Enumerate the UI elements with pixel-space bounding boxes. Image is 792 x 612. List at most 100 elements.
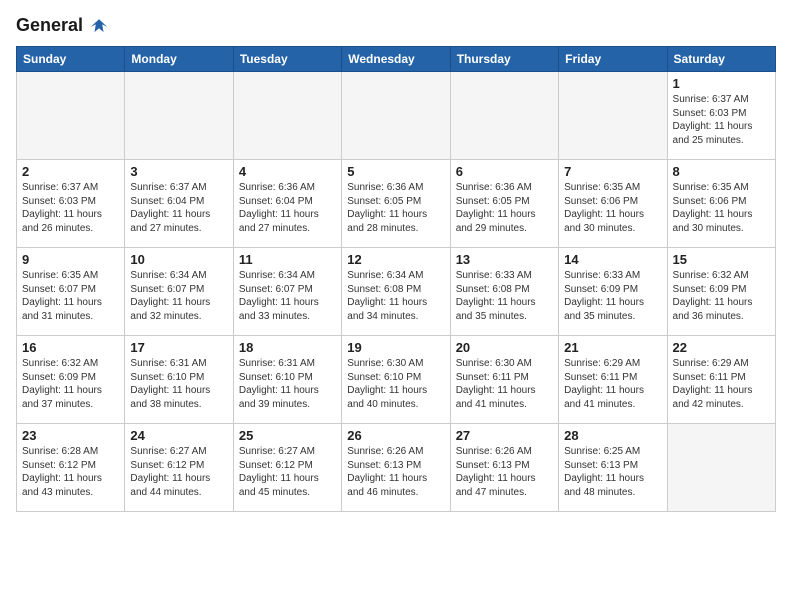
page-header: General: [16, 16, 776, 36]
weekday-header-saturday: Saturday: [667, 47, 775, 72]
day-info: Sunrise: 6:37 AM Sunset: 6:03 PM Dayligh…: [673, 93, 770, 147]
calendar-week-1: 1 Sunrise: 6:37 AM Sunset: 6:03 PM Daylig…: [17, 72, 776, 160]
calendar-cell: 5 Sunrise: 6:36 AM Sunset: 6:05 PM Daylig…: [342, 160, 450, 248]
calendar-cell: 4Sunrise: 6:36 AM Sunset: 6:04 PM Daylig…: [233, 160, 341, 248]
day-info: Sunrise: 6:27 AM Sunset: 6:12 PM Dayligh…: [239, 445, 336, 499]
day-info: Sunrise: 6:26 AM Sunset: 6:13 PM Dayligh…: [347, 445, 444, 499]
day-number: 18: [239, 340, 336, 355]
calendar-cell: 21 Sunrise: 6:29 AM Sunset: 6:11 PM Dayli…: [559, 336, 667, 424]
day-info: Sunrise: 6:29 AM Sunset: 6:11 PM Dayligh…: [673, 357, 770, 411]
calendar-cell: 27 Sunrise: 6:26 AM Sunset: 6:13 PM Dayli…: [450, 424, 558, 512]
day-number: 19: [347, 340, 444, 355]
day-info: Sunrise: 6:36 AM Sunset: 6:05 PM Dayligh…: [347, 181, 444, 235]
calendar-cell: 16 Sunrise: 6:32 AM Sunset: 6:09 PM Dayli…: [17, 336, 125, 424]
weekday-header-tuesday: Tuesday: [233, 47, 341, 72]
day-number: 3: [130, 164, 227, 179]
calendar-cell: 23 Sunrise: 6:28 AM Sunset: 6:12 PM Dayli…: [17, 424, 125, 512]
day-info: Sunrise: 6:32 AM Sunset: 6:09 PM Dayligh…: [22, 357, 119, 411]
calendar-cell: 8 Sunrise: 6:35 AM Sunset: 6:06 PM Daylig…: [667, 160, 775, 248]
calendar-cell: 18Sunrise: 6:31 AM Sunset: 6:10 PM Dayli…: [233, 336, 341, 424]
day-info: Sunrise: 6:35 AM Sunset: 6:06 PM Dayligh…: [564, 181, 661, 235]
calendar-cell: 19 Sunrise: 6:30 AM Sunset: 6:10 PM Dayli…: [342, 336, 450, 424]
day-info: Sunrise: 6:34 AM Sunset: 6:07 PM Dayligh…: [239, 269, 336, 323]
weekday-header-friday: Friday: [559, 47, 667, 72]
logo-text: General: [16, 16, 110, 36]
day-number: 20: [456, 340, 553, 355]
calendar-week-4: 16 Sunrise: 6:32 AM Sunset: 6:09 PM Dayli…: [17, 336, 776, 424]
calendar-cell: 9 Sunrise: 6:35 AM Sunset: 6:07 PM Daylig…: [17, 248, 125, 336]
logo: General: [16, 16, 110, 36]
day-number: 6: [456, 164, 553, 179]
calendar-cell: 10 Sunrise: 6:34 AM Sunset: 6:07 PM Dayli…: [125, 248, 233, 336]
day-info: Sunrise: 6:36 AM Sunset: 6:05 PM Dayligh…: [456, 181, 553, 235]
day-info: Sunrise: 6:30 AM Sunset: 6:11 PM Dayligh…: [456, 357, 553, 411]
day-number: 8: [673, 164, 770, 179]
calendar-cell: 11 Sunrise: 6:34 AM Sunset: 6:07 PM Dayli…: [233, 248, 341, 336]
day-info: Sunrise: 6:25 AM Sunset: 6:13 PM Dayligh…: [564, 445, 661, 499]
day-info: Sunrise: 6:32 AM Sunset: 6:09 PM Dayligh…: [673, 269, 770, 323]
day-number: 13: [456, 252, 553, 267]
day-info: Sunrise: 6:27 AM Sunset: 6:12 PM Dayligh…: [130, 445, 227, 499]
logo-bird-icon: [88, 18, 110, 36]
calendar-cell: 2 Sunrise: 6:37 AM Sunset: 6:03 PM Daylig…: [17, 160, 125, 248]
day-number: 22: [673, 340, 770, 355]
calendar-cell: 25 Sunrise: 6:27 AM Sunset: 6:12 PM Dayli…: [233, 424, 341, 512]
day-info: Sunrise: 6:33 AM Sunset: 6:08 PM Dayligh…: [456, 269, 553, 323]
day-info: Sunrise: 6:34 AM Sunset: 6:07 PM Dayligh…: [130, 269, 227, 323]
calendar-cell: 14Sunrise: 6:33 AM Sunset: 6:09 PM Dayli…: [559, 248, 667, 336]
day-number: 27: [456, 428, 553, 443]
day-number: 16: [22, 340, 119, 355]
day-number: 25: [239, 428, 336, 443]
day-info: Sunrise: 6:31 AM Sunset: 6:10 PM Dayligh…: [130, 357, 227, 411]
calendar-cell: 7 Sunrise: 6:35 AM Sunset: 6:06 PM Daylig…: [559, 160, 667, 248]
day-number: 10: [130, 252, 227, 267]
day-number: 1: [673, 76, 770, 91]
calendar-week-5: 23 Sunrise: 6:28 AM Sunset: 6:12 PM Dayli…: [17, 424, 776, 512]
day-number: 28: [564, 428, 661, 443]
day-info: Sunrise: 6:34 AM Sunset: 6:08 PM Dayligh…: [347, 269, 444, 323]
calendar-cell: 6 Sunrise: 6:36 AM Sunset: 6:05 PM Daylig…: [450, 160, 558, 248]
day-info: Sunrise: 6:29 AM Sunset: 6:11 PM Dayligh…: [564, 357, 661, 411]
calendar-cell: 17 Sunrise: 6:31 AM Sunset: 6:10 PM Dayli…: [125, 336, 233, 424]
calendar-cell: 13 Sunrise: 6:33 AM Sunset: 6:08 PM Dayli…: [450, 248, 558, 336]
calendar-cell: [342, 72, 450, 160]
weekday-header-sunday: Sunday: [17, 47, 125, 72]
calendar-cell: 22 Sunrise: 6:29 AM Sunset: 6:11 PM Dayli…: [667, 336, 775, 424]
calendar-cell: 15 Sunrise: 6:32 AM Sunset: 6:09 PM Dayli…: [667, 248, 775, 336]
day-info: Sunrise: 6:35 AM Sunset: 6:06 PM Dayligh…: [673, 181, 770, 235]
calendar-cell: 1 Sunrise: 6:37 AM Sunset: 6:03 PM Daylig…: [667, 72, 775, 160]
day-info: Sunrise: 6:37 AM Sunset: 6:03 PM Dayligh…: [22, 181, 119, 235]
day-number: 15: [673, 252, 770, 267]
day-number: 21: [564, 340, 661, 355]
day-info: Sunrise: 6:26 AM Sunset: 6:13 PM Dayligh…: [456, 445, 553, 499]
day-number: 12: [347, 252, 444, 267]
day-info: Sunrise: 6:30 AM Sunset: 6:10 PM Dayligh…: [347, 357, 444, 411]
day-number: 7: [564, 164, 661, 179]
day-number: 17: [130, 340, 227, 355]
day-number: 2: [22, 164, 119, 179]
day-info: Sunrise: 6:33 AM Sunset: 6:09 PM Dayligh…: [564, 269, 661, 323]
calendar-cell: 3 Sunrise: 6:37 AM Sunset: 6:04 PM Daylig…: [125, 160, 233, 248]
day-number: 9: [22, 252, 119, 267]
calendar-cell: [559, 72, 667, 160]
logo-line1: General: [16, 16, 110, 36]
day-info: Sunrise: 6:37 AM Sunset: 6:04 PM Dayligh…: [130, 181, 227, 235]
day-number: 5: [347, 164, 444, 179]
calendar-table: SundayMondayTuesdayWednesdayThursdayFrid…: [16, 46, 776, 512]
calendar-week-2: 2 Sunrise: 6:37 AM Sunset: 6:03 PM Daylig…: [17, 160, 776, 248]
day-info: Sunrise: 6:36 AM Sunset: 6:04 PM Dayligh…: [239, 181, 336, 235]
day-number: 24: [130, 428, 227, 443]
weekday-header-wednesday: Wednesday: [342, 47, 450, 72]
calendar-cell: 26Sunrise: 6:26 AM Sunset: 6:13 PM Dayli…: [342, 424, 450, 512]
calendar-cell: [17, 72, 125, 160]
weekday-header-thursday: Thursday: [450, 47, 558, 72]
day-number: 23: [22, 428, 119, 443]
calendar-cell: [233, 72, 341, 160]
calendar-cell: 24 Sunrise: 6:27 AM Sunset: 6:12 PM Dayli…: [125, 424, 233, 512]
day-info: Sunrise: 6:28 AM Sunset: 6:12 PM Dayligh…: [22, 445, 119, 499]
calendar-cell: 12 Sunrise: 6:34 AM Sunset: 6:08 PM Dayli…: [342, 248, 450, 336]
calendar-cell: 20 Sunrise: 6:30 AM Sunset: 6:11 PM Dayli…: [450, 336, 558, 424]
calendar-cell: [125, 72, 233, 160]
day-number: 11: [239, 252, 336, 267]
day-info: Sunrise: 6:35 AM Sunset: 6:07 PM Dayligh…: [22, 269, 119, 323]
